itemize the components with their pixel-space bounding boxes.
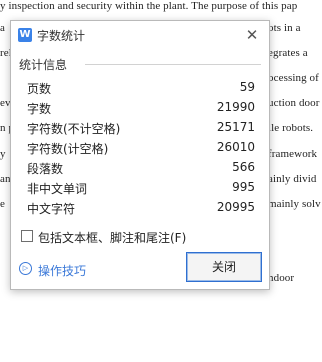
stat-label: 字符数(计空格) [27, 142, 109, 156]
close-button[interactable]: 关闭 [186, 252, 262, 282]
stat-label: 字数 [27, 102, 52, 116]
stat-label: 字符数(不计空格) [27, 122, 121, 136]
word-count-dialog: W 字数统计 ✕ 统计信息 页数 59 字数 21990 字符数(不计空格) 2… [10, 20, 270, 290]
document-margin-text: y [0, 148, 6, 160]
document-margin-text: a [0, 22, 5, 34]
stat-label: 非中文单词 [27, 182, 88, 196]
stat-value: 59 [239, 80, 255, 94]
stat-value: 995 [232, 180, 255, 194]
stat-row-chinese-chars: 中文字符 20995 [27, 200, 255, 220]
stat-row-chars-no-spaces: 字符数(不计空格) 25171 [27, 120, 255, 140]
document-line: ots in a [268, 22, 301, 34]
document-line: mainly solv [268, 198, 321, 210]
stat-row-chars-with-spaces: 字符数(计空格) 26010 [27, 140, 255, 160]
stat-value: 20995 [216, 200, 255, 214]
stat-value: 566 [232, 160, 255, 174]
close-icon[interactable]: ✕ [243, 26, 261, 44]
document-margin-text: ev [0, 97, 11, 109]
stat-row-words: 字数 21990 [27, 100, 255, 120]
document-line: egrates a [268, 47, 308, 59]
dialog-title: 字数统计 [37, 29, 86, 43]
wps-writer-icon: W [18, 28, 32, 42]
group-divider [85, 64, 261, 65]
document-line: ocessing of [268, 72, 319, 84]
dialog-titlebar[interactable]: W 字数统计 ✕ [11, 21, 269, 49]
stat-row-non-chinese-words: 非中文单词 995 [27, 180, 255, 200]
document-margin-text: e [0, 198, 5, 210]
statistics-group-title: 统计信息 [19, 58, 68, 72]
include-textbox-checkbox[interactable] [21, 230, 33, 242]
play-icon: ▷ [19, 262, 32, 275]
tips-label[interactable]: 操作技巧 [38, 262, 86, 279]
document-line: ile robots. [268, 122, 314, 134]
stat-value: 25171 [216, 120, 255, 134]
checkbox-label[interactable]: 包括文本框、脚注和尾注(F) [38, 229, 186, 246]
stat-value: 26010 [216, 140, 255, 154]
stat-label: 页数 [27, 82, 52, 96]
stat-value: 21990 [216, 100, 255, 114]
stat-row-pages: 页数 59 [27, 80, 255, 100]
document-line: uction door [268, 97, 320, 109]
document-line: y inspection and security within the pla… [0, 0, 298, 12]
document-line: framework [268, 148, 318, 160]
stat-row-paragraphs: 段落数 566 [27, 160, 255, 180]
document-line: ainly divid [268, 173, 317, 185]
document-line: ndoor [268, 272, 295, 284]
stat-label: 段落数 [27, 162, 64, 176]
stat-label: 中文字符 [27, 202, 76, 216]
